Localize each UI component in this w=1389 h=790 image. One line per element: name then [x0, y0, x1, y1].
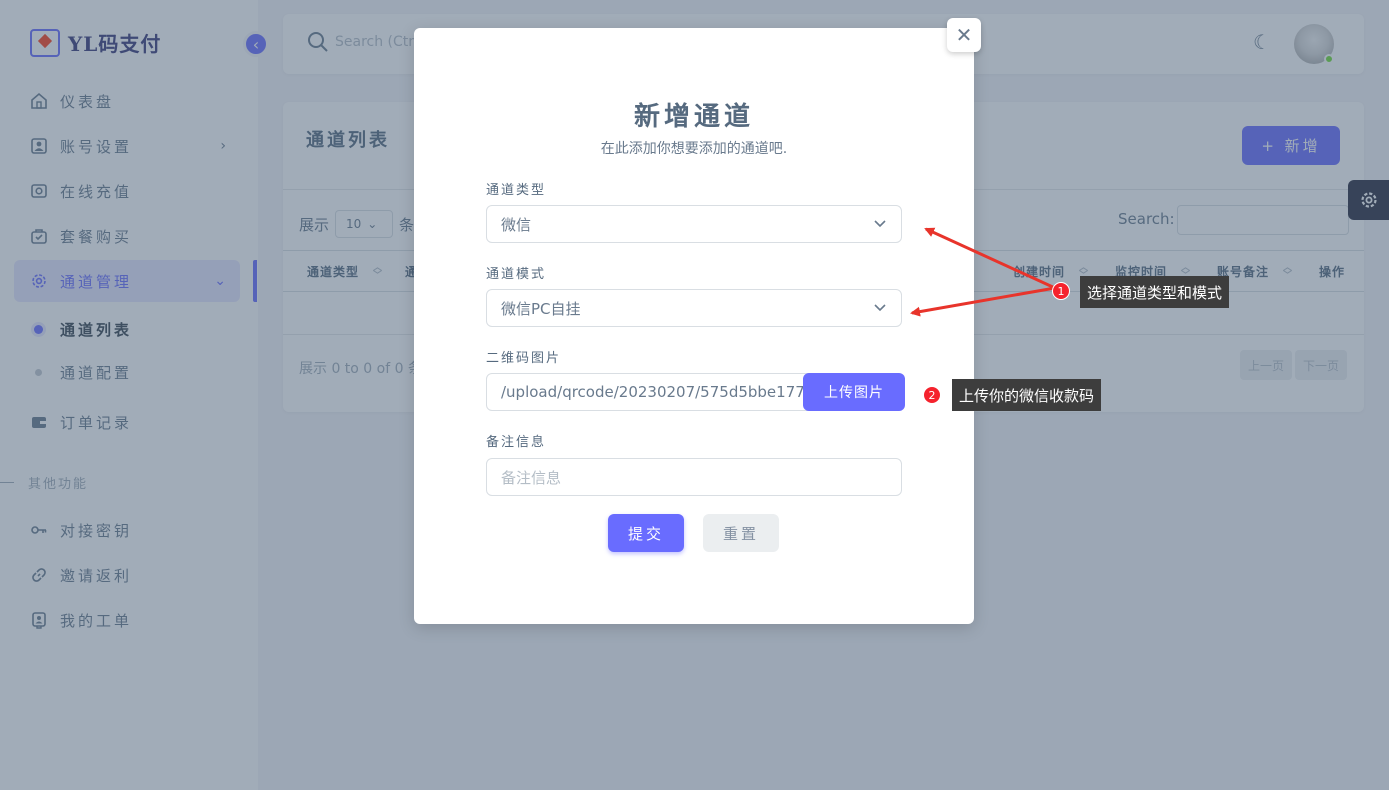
submit-button[interactable]: 提交 — [608, 514, 684, 552]
chevron-down-icon — [874, 304, 886, 312]
channel-mode-label: 通道模式 — [486, 267, 547, 282]
annotation-tooltip: 上传你的微信收款码 — [952, 379, 1102, 411]
close-icon: ✕ — [955, 23, 973, 47]
annotation-badge: 2 — [923, 386, 941, 404]
channel-type-label: 通道类型 — [486, 183, 547, 198]
modal-subtitle: 在此添加你想要添加的通道吧. — [600, 141, 788, 157]
channel-mode-select[interactable]: 微信PC自挂 — [486, 289, 902, 327]
qrcode-label: 二维码图片 — [486, 351, 562, 366]
annotation-tooltip: 选择通道类型和模式 — [1080, 276, 1230, 308]
remark-input[interactable]: 备注信息 — [486, 458, 902, 496]
close-button[interactable]: ✕ — [947, 18, 981, 52]
channel-type-value: 微信 — [501, 215, 532, 234]
modal-title: 新增通道 — [633, 102, 754, 132]
add-channel-modal: ✕ 新增通道 在此添加你想要添加的通道吧. 通道类型 微信 通道模式 微信PC自… — [414, 18, 981, 624]
remark-label: 备注信息 — [486, 435, 547, 450]
qrcode-path-value: /upload/qrcode/20230207/575d5bbe1777e — [501, 383, 824, 401]
reset-button[interactable]: 重置 — [703, 514, 779, 552]
channel-type-select[interactable]: 微信 — [486, 205, 902, 243]
chevron-down-icon — [874, 220, 886, 228]
remark-placeholder: 备注信息 — [501, 468, 562, 487]
channel-mode-value: 微信PC自挂 — [501, 299, 581, 318]
annotation-badge: 1 — [1052, 282, 1070, 300]
upload-image-button[interactable]: 上传图片 — [803, 373, 905, 411]
